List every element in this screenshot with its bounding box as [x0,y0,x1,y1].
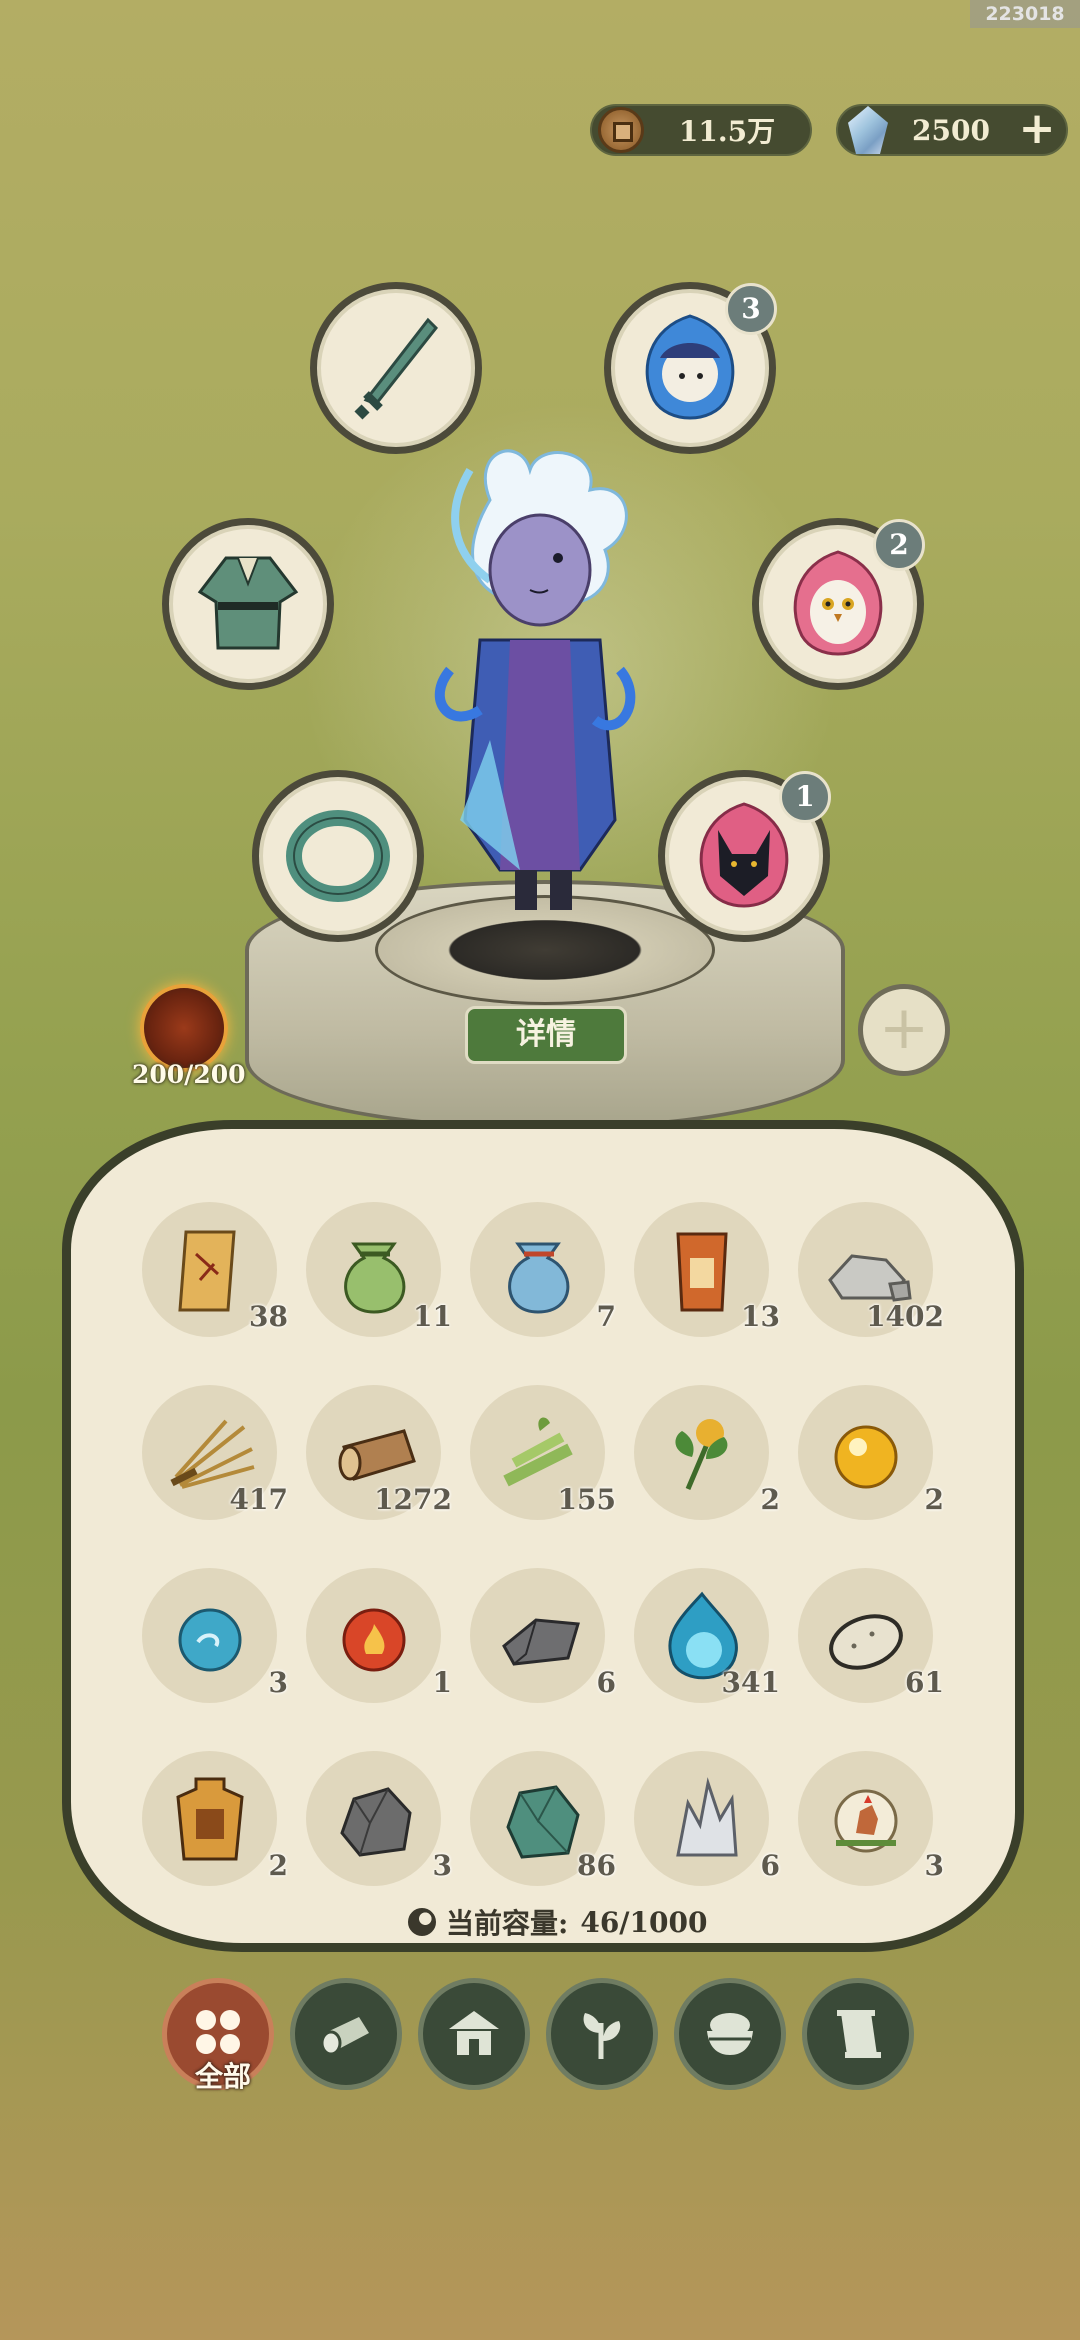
item-count: 2 [924,1483,944,1516]
hero-character[interactable] [430,440,660,960]
tab-building[interactable] [418,1978,530,2090]
item-count: 3 [268,1666,288,1699]
item-count: 6 [596,1666,616,1699]
blue-pouch-icon [508,1242,570,1314]
inventory-item[interactable]: 2 [796,1385,960,1568]
inventory-item[interactable]: 38 [140,1202,304,1385]
water-orb-icon [178,1608,242,1672]
sword-slot[interactable] [310,282,482,454]
herb-flower-icon [675,1419,728,1490]
inventory-item[interactable]: 2 [140,1751,304,1934]
tab-materials[interactable] [290,1978,402,2090]
add-slot-button[interactable]: + [858,984,950,1076]
details-button[interactable]: 详情 [465,1006,627,1064]
spirit-crystal-icon [848,106,888,154]
plus-icon[interactable]: + [1014,107,1060,153]
robe-slot[interactable] [162,518,334,690]
copper-coin-icon [598,107,644,153]
fire-orb-icon [342,1608,406,1672]
spirit-pet-blue[interactable]: 3 [604,282,777,454]
capacity-label: 当前容量: [446,1907,569,1940]
token-plaque-icon [676,1232,728,1312]
inventory-item[interactable]: 1272 [304,1385,468,1568]
stamina-value: 200/200 [132,1060,246,1089]
sword-icon [354,317,439,420]
tab-food[interactable] [674,1978,786,2090]
inventory-item[interactable]: 3 [140,1568,304,1751]
inventory-item[interactable]: 1402 [796,1202,960,1385]
item-count: 3 [432,1849,452,1882]
inventory-item[interactable]: 3 [796,1751,960,1934]
scroll-icon [837,2010,881,2058]
item-count: 7 [596,1300,616,1333]
lantern-plaque-icon [176,1777,244,1861]
capacity-value: 46/1000 [580,1905,708,1939]
plus-icon: + [878,993,930,1063]
spirit-level-badge: 1 [779,771,831,823]
log-icon [320,2017,369,2056]
item-count: 61 [905,1666,944,1699]
inventory-capacity: 当前容量: 46/1000 [408,1900,707,1944]
inventory-item[interactable]: 341 [632,1568,796,1751]
leaf-icon [583,2013,621,2059]
item-count: 1272 [374,1483,452,1516]
inventory-item[interactable]: 155 [468,1385,632,1568]
inventory-item[interactable]: 61 [796,1568,960,1751]
spirit-pet-owl[interactable]: 2 [752,518,925,690]
item-count: 2 [760,1483,780,1516]
ring-slot[interactable] [252,770,424,942]
crystal-balance[interactable]: 2500 + [836,104,1068,156]
crystal-icon [676,1777,738,1857]
item-count: 13 [741,1300,780,1333]
tab-herbs[interactable] [546,1978,658,2090]
tab-all[interactable]: 全部 [162,1978,274,2093]
scroll-icon [178,1230,236,1312]
item-count: 417 [229,1483,288,1516]
gold-orb-icon [834,1425,898,1489]
stamina-icon[interactable] [140,984,228,1072]
jade-ore-icon [506,1785,580,1859]
item-count: 11 [413,1300,452,1333]
tab-all-label: 全部 [194,2060,251,2093]
inventory-item[interactable]: 1 [304,1568,468,1751]
crystal-value: 2500 [912,113,990,147]
coin-value: 11.5万 [678,115,776,148]
green-pouch-icon [344,1242,406,1314]
house-icon [449,2011,499,2055]
rooster-token-icon [834,1789,898,1853]
inventory-item[interactable]: 2 [632,1385,796,1568]
item-count: 3 [924,1849,944,1882]
ore-rock-icon [340,1787,412,1857]
item-count: 6 [760,1849,780,1882]
iron-ingot-icon [502,1618,580,1666]
item-count: 38 [249,1300,288,1333]
inventory-item[interactable]: 13 [632,1202,796,1385]
item-count: 86 [577,1849,616,1882]
item-count: 341 [721,1666,780,1699]
item-count: 1402 [866,1300,944,1333]
item-count: 155 [557,1483,616,1516]
spirit-level-badge: 2 [873,519,925,571]
spirit-level-badge: 3 [725,283,777,335]
jade-bracelet-icon [286,810,390,902]
item-count: 2 [268,1849,288,1882]
item-count: 1 [432,1666,452,1699]
inventory-item[interactable]: 11 [304,1202,468,1385]
egg-icon [829,1614,903,1670]
inventory-item[interactable]: 417 [140,1385,304,1568]
inventory-item[interactable]: 6 [468,1568,632,1751]
robe-icon [197,556,299,650]
rice-bowl-icon [707,2013,753,2055]
capacity-icon [408,1908,436,1936]
spirit-pet-jackal[interactable]: 1 [658,770,831,942]
coin-balance[interactable]: 11.5万 [590,104,812,156]
tab-scrolls[interactable] [802,1978,914,2090]
inventory-grid: 38 11 7 13 1402 417 1272 155 2 2 3 1 6 341 61 2 3 86 6 3 [140,1202,952,1902]
build-version-tag: 223018 [970,0,1080,28]
inventory-item[interactable]: 7 [468,1202,632,1385]
